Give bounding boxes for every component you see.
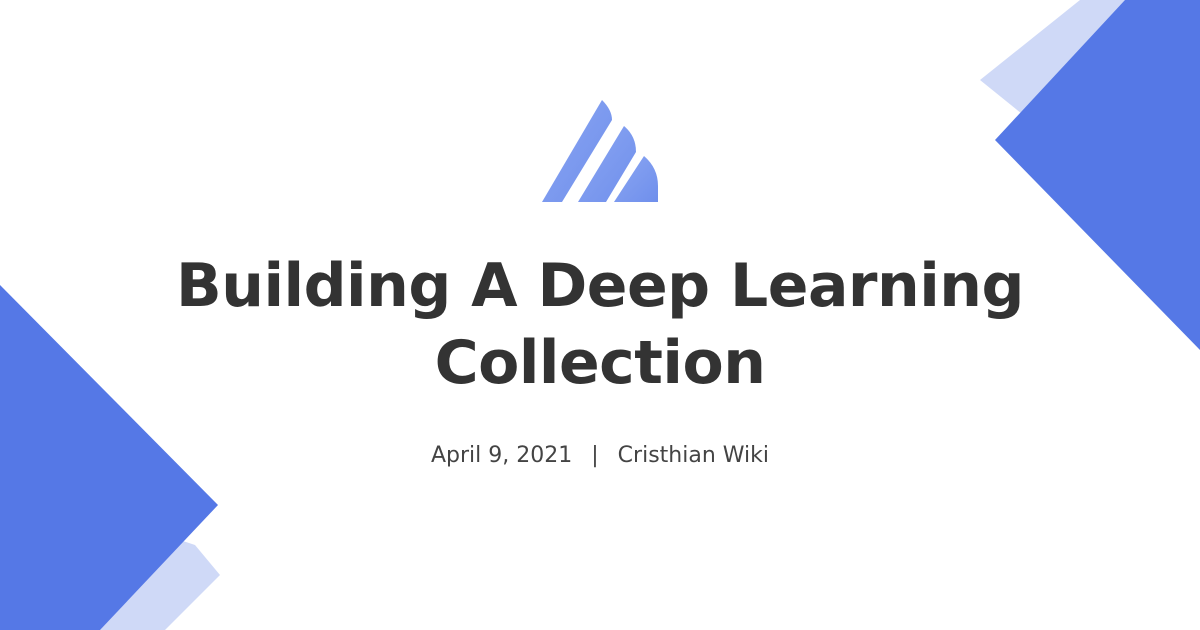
page-title: Building A Deep Learning Collection [100,248,1100,402]
title-line-1: Building A Deep Learning [176,251,1024,321]
title-line-2: Collection [434,328,766,398]
post-meta: April 9, 2021 | Cristhian Wiki [300,440,900,472]
layered-peak-logo-icon [542,100,658,202]
og-card: Building A Deep Learning Collection Apri… [0,0,1200,630]
post-date: April 9, 2021 [431,443,573,468]
meta-separator: | [591,443,599,468]
post-author: Cristhian Wiki [617,443,769,468]
